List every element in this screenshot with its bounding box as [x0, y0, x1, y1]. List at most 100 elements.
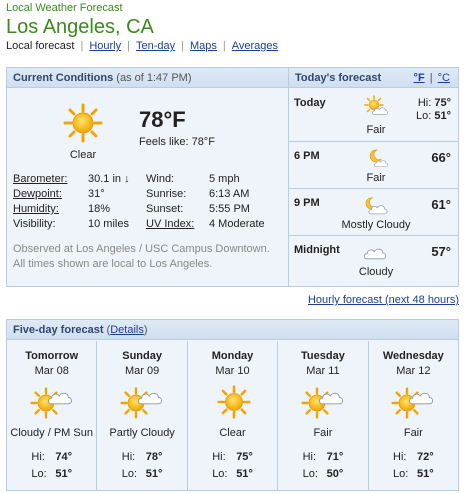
- forecast-nav: Local forecast | Hourly | Ten-day | Maps…: [6, 40, 279, 52]
- day-column: Monday Mar 10 Clear Hi: 75° Lo: 51°: [188, 341, 279, 490]
- wind-label: Wind:: [146, 173, 175, 185]
- nav-local-forecast: Local forecast: [6, 40, 75, 52]
- day-date: Mar 12: [396, 365, 431, 377]
- timezone-note: All times shown are local to Los Angeles…: [13, 258, 213, 270]
- five-day-header: Five-day forecast (Details): [7, 320, 458, 340]
- day-hi-value: 78°: [145, 451, 163, 463]
- day-lo: Lo: 51°: [31, 468, 73, 480]
- current-conditions-body: Clear 78°F Feels like: 78°F Barometer: 3…: [7, 89, 288, 286]
- forecast-hilo: Hi: 75° Lo: 51°: [416, 97, 451, 122]
- page-header: Local Weather Forecast Los Angeles, CA: [6, 2, 154, 39]
- visibility-label: Visibility:: [13, 218, 56, 230]
- day-hi-value: 74°: [55, 451, 73, 463]
- forecast-condition: Cloudy: [358, 266, 394, 278]
- day-hi: Hi: 72°: [393, 451, 434, 463]
- current-as-of: (as of 1:47 PM): [116, 72, 192, 84]
- forecast-hi: 75°: [434, 97, 451, 109]
- unit-toggle: °F | °C: [413, 72, 450, 84]
- day-date: Mar 08: [34, 365, 69, 377]
- nav-ten-day-link[interactable]: Ten-day: [136, 40, 175, 52]
- nav-hourly-link[interactable]: Hourly: [89, 40, 121, 52]
- day-lo-value: 51°: [145, 468, 163, 480]
- day-date: Mar 11: [306, 365, 340, 377]
- humidity-value: 18%: [88, 203, 111, 215]
- current-conditions-header: Current Conditions (as of 1:47 PM): [7, 68, 288, 88]
- current-condition: Clear: [69, 149, 97, 161]
- day-lo-value: 51°: [236, 468, 253, 480]
- nav-maps-link[interactable]: Maps: [190, 40, 217, 52]
- day-lo-value: 51°: [55, 468, 73, 480]
- day-lo-value: 51°: [417, 468, 434, 480]
- day-hi-value: 75°: [236, 451, 253, 463]
- todays-forecast-title: Today's forecast: [295, 72, 382, 84]
- day-hi-value: 72°: [417, 451, 434, 463]
- forecast-temp: 57°: [431, 244, 451, 259]
- forecast-period: 6 PM: [294, 150, 320, 162]
- day-condition: Fair: [313, 427, 333, 439]
- day-lo: Lo: 50°: [302, 468, 344, 480]
- five-day-forecast-panel: Five-day forecast (Details) Tomorrow Mar …: [6, 319, 459, 491]
- day-hi: Hi: 78°: [121, 451, 163, 463]
- feels-like: Feels like: 78°F: [139, 136, 215, 148]
- forecast-lo: 51°: [434, 110, 451, 122]
- unit-fahrenheit-link[interactable]: °F: [414, 72, 425, 84]
- details-link[interactable]: Details: [110, 324, 144, 336]
- sun-cloud-icon: [299, 383, 347, 423]
- day-name: Tuesday: [301, 350, 345, 362]
- barometer-value: 30.1 in ↓: [88, 173, 130, 185]
- forecast-condition: Fair: [366, 172, 386, 184]
- day-condition: Partly Cloudy: [109, 427, 175, 439]
- day-condition: Cloudy / PM Sun: [10, 427, 93, 439]
- day-name: Tomorrow: [25, 350, 79, 362]
- nav-averages-link[interactable]: Averages: [232, 40, 278, 52]
- sunset-label: Sunset:: [146, 203, 184, 215]
- current-stats: Barometer: 30.1 in ↓ Wind: 5 mph Dewpoin…: [13, 172, 283, 232]
- cloud-icon: [361, 242, 389, 264]
- hourly-forecast-link[interactable]: Hourly forecast (next 48 hours): [308, 294, 459, 306]
- day-date: Mar 10: [215, 365, 250, 377]
- dewpoint-label[interactable]: Dewpoint:: [13, 187, 88, 202]
- sun-icon: [63, 103, 103, 143]
- todays-forecast-header: Today's forecast °F | °C: [289, 68, 458, 88]
- day-column: Tomorrow Mar 08 Cloudy / PM Sun Hi: 74° Lo: 51…: [7, 341, 98, 490]
- sun-icon: [209, 383, 257, 423]
- page-subtitle: Local Weather Forecast: [6, 2, 123, 14]
- day-name: Monday: [211, 350, 254, 362]
- day-name: Sunday: [122, 350, 162, 362]
- forecast-row-midnight: Midnight Cloudy 57°: [289, 236, 458, 286]
- sun-cloud-icon: [118, 383, 166, 423]
- observed-note: Observed at Los Angeles / USC Campus Dow…: [13, 242, 283, 272]
- visibility-value: 10 miles: [88, 218, 129, 230]
- humidity-label[interactable]: Humidity:: [13, 202, 88, 217]
- location-title: Los Angeles, CA: [6, 16, 154, 38]
- observed-station: Observed at Los Angeles / USC Campus Dow…: [13, 243, 270, 255]
- sun-cloud-icon: [28, 383, 76, 423]
- moon-mostly-cloudy-icon: [361, 195, 389, 217]
- todays-forecast-panel: Today's forecast °F | °C Today Fair Hi: …: [288, 68, 458, 286]
- current-conditions-panel: Current Conditions (as of 1:47 PM) Clear…: [6, 67, 459, 287]
- day-lo: Lo: 51°: [212, 468, 253, 480]
- day-name: Wednesday: [382, 350, 444, 362]
- current-conditions-title: Current Conditions: [13, 72, 114, 84]
- barometer-label[interactable]: Barometer:: [13, 172, 88, 187]
- uv-index-label[interactable]: UV Index:: [146, 217, 209, 232]
- forecast-period: Today: [294, 97, 326, 109]
- wind-value: 5 mph: [209, 173, 240, 185]
- forecast-temp: 66°: [431, 150, 451, 165]
- five-day-days: Tomorrow Mar 08 Cloudy / PM Sun Hi: 74° Lo: 51…: [7, 341, 458, 490]
- dewpoint-value: 31°: [88, 188, 105, 200]
- forecast-period: Midnight: [294, 244, 340, 256]
- sun-partly-cloudy-icon: [361, 95, 389, 117]
- day-lo-value: 50°: [326, 468, 344, 480]
- sun-cloud-icon: [389, 383, 437, 423]
- day-condition: Clear: [219, 427, 246, 439]
- day-lo: Lo: 51°: [393, 468, 434, 480]
- forecast-condition: Fair: [366, 124, 386, 136]
- day-condition: Fair: [403, 427, 423, 439]
- five-day-title: Five-day forecast: [13, 324, 104, 336]
- forecast-row-6pm: 6 PM Fair 66°: [289, 142, 458, 189]
- day-column: Tuesday Mar 11 Fair Hi: 71° Lo: 50°: [278, 341, 369, 490]
- day-column: Sunday Mar 09 Partly Cloudy Hi: 78° Lo: 51°: [97, 341, 188, 490]
- day-date: Mar 09: [124, 365, 160, 377]
- unit-celsius-link[interactable]: °C: [438, 72, 450, 84]
